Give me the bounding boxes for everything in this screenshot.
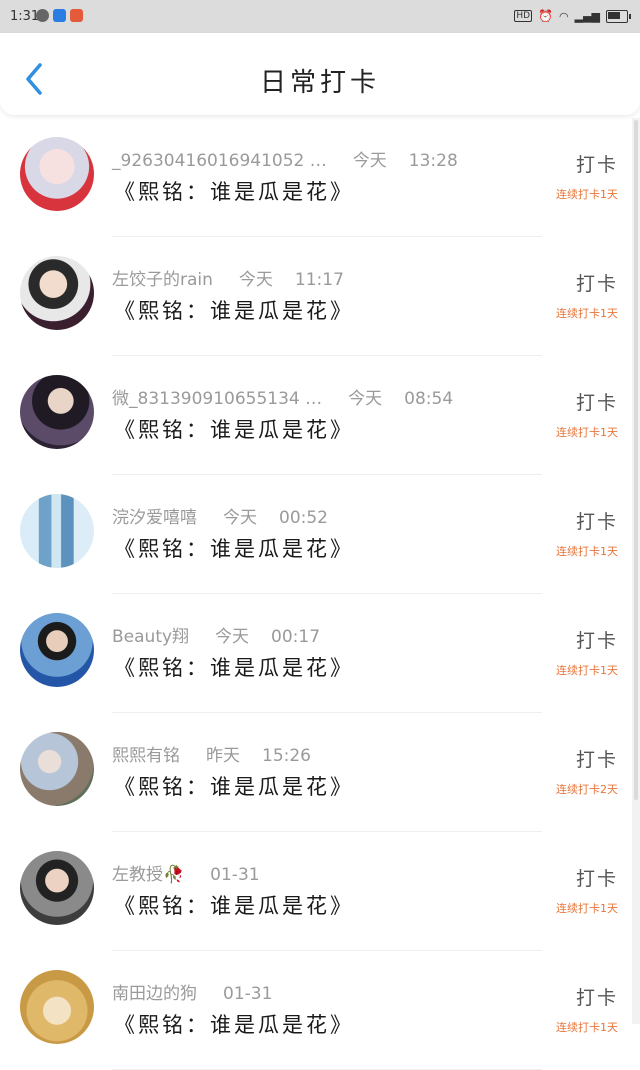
streak-label: 连续打卡1天	[556, 307, 618, 320]
name-line: Beauty翔 今天 00:17	[112, 622, 320, 647]
post-date: 今天	[215, 627, 250, 647]
list-item[interactable]: Beauty翔 今天 00:17 《熙铭：谁是瓜是花》 打卡 连续打卡1天	[0, 594, 632, 713]
avatar[interactable]	[20, 137, 94, 211]
list-item[interactable]: 南田边的狗 01-31 《熙铭：谁是瓜是花》 打卡 连续打卡1天	[0, 951, 632, 1070]
checkin-content[interactable]: 《熙铭：谁是瓜是花》	[114, 771, 354, 801]
list-item[interactable]: _92630416016941052 … 今天 13:28 《熙铭：谁是瓜是花》 打…	[0, 118, 632, 237]
status-bar: 1:31 HD ⏰ ◠ ▂▄▆	[0, 0, 640, 33]
post-date: 今天	[223, 508, 257, 528]
checkin-button[interactable]: 打卡	[576, 983, 618, 1010]
avatar[interactable]	[20, 494, 94, 568]
username[interactable]: _92630416016941052 …	[112, 151, 327, 171]
username[interactable]: 微_831390910655134 …	[112, 389, 322, 409]
system-icons: HD ⏰ ◠ ▂▄▆	[514, 9, 600, 23]
list-item[interactable]: 左教授🥀 01-31 《熙铭：谁是瓜是花》 打卡 连续打卡1天	[0, 832, 632, 951]
post-date: 01-31	[210, 865, 260, 885]
checkin-content[interactable]: 《熙铭：谁是瓜是花》	[114, 176, 354, 206]
hd-icon: HD	[514, 10, 533, 22]
avatar[interactable]	[20, 732, 94, 806]
post-time: 00:17	[271, 627, 321, 647]
name-line: _92630416016941052 … 今天 13:28	[112, 146, 458, 171]
avatar[interactable]	[20, 613, 94, 687]
battery-icon	[606, 10, 631, 23]
list-item[interactable]: 熙熙有铭 昨天 15:26 《熙铭：谁是瓜是花》 打卡 连续打卡2天	[0, 713, 632, 832]
name-line: 左饺子的rain 今天 11:17	[112, 265, 344, 290]
notification-icons	[36, 9, 83, 22]
username[interactable]: 左教授🥀	[112, 865, 184, 885]
wifi-icon: ◠	[559, 9, 569, 23]
checkin-content[interactable]: 《熙铭：谁是瓜是花》	[114, 295, 354, 325]
checkin-button[interactable]: 打卡	[576, 626, 618, 653]
post-time: 15:26	[262, 746, 311, 766]
scrollbar-thumb[interactable]	[634, 120, 638, 800]
checkin-content[interactable]: 《熙铭：谁是瓜是花》	[114, 533, 354, 563]
streak-label: 连续打卡2天	[556, 783, 618, 796]
checkin-button[interactable]: 打卡	[576, 507, 618, 534]
checkin-content[interactable]: 《熙铭：谁是瓜是花》	[114, 890, 354, 920]
username[interactable]: 熙熙有铭	[112, 746, 180, 766]
name-line: 左教授🥀 01-31	[112, 860, 282, 885]
app-notification-icon	[53, 9, 66, 22]
app-notification-icon	[70, 9, 83, 22]
post-date: 01-31	[223, 984, 273, 1004]
post-time: 11:17	[294, 270, 344, 290]
checkin-button[interactable]: 打卡	[576, 269, 618, 296]
alarm-icon: ⏰	[538, 9, 553, 23]
checkin-content[interactable]: 《熙铭：谁是瓜是花》	[114, 652, 354, 682]
checkin-content[interactable]: 《熙铭：谁是瓜是花》	[114, 1009, 354, 1039]
username[interactable]: 左饺子的rain	[112, 270, 213, 290]
streak-label: 连续打卡1天	[556, 664, 618, 677]
username[interactable]: Beauty翔	[112, 627, 189, 647]
name-line: 浣汐爱嘻嘻 今天 00:52	[112, 503, 328, 528]
signal-icon: ▂▄▆	[574, 9, 600, 23]
status-time: 1:31	[10, 9, 40, 24]
post-date: 今天	[352, 151, 387, 171]
streak-label: 连续打卡1天	[556, 545, 618, 558]
streak-label: 连续打卡1天	[556, 426, 618, 439]
post-date: 昨天	[206, 746, 240, 766]
checkin-list: _92630416016941052 … 今天 13:28 《熙铭：谁是瓜是花》 打…	[0, 118, 632, 1070]
avatar[interactable]	[20, 375, 94, 449]
checkin-button[interactable]: 打卡	[576, 150, 618, 177]
post-time: 08:54	[404, 389, 454, 409]
name-line: 熙熙有铭 昨天 15:26	[112, 741, 311, 766]
username[interactable]: 浣汐爱嘻嘻	[112, 508, 197, 528]
list-item[interactable]: 左饺子的rain 今天 11:17 《熙铭：谁是瓜是花》 打卡 连续打卡1天	[0, 237, 632, 356]
post-date: 今天	[238, 270, 273, 290]
checkin-content[interactable]: 《熙铭：谁是瓜是花》	[114, 414, 354, 444]
checkin-button[interactable]: 打卡	[576, 388, 618, 415]
post-time: 00:52	[279, 508, 328, 528]
streak-label: 连续打卡1天	[556, 902, 618, 915]
name-line: 微_831390910655134 … 今天 08:54	[112, 384, 453, 409]
avatar[interactable]	[20, 851, 94, 925]
list-item[interactable]: 微_831390910655134 … 今天 08:54 《熙铭：谁是瓜是花》 打卡…	[0, 356, 632, 475]
post-date: 今天	[348, 389, 383, 409]
page-title: 日常打卡	[259, 68, 380, 98]
app-notification-icon	[36, 9, 49, 22]
list-item[interactable]: 浣汐爱嘻嘻 今天 00:52 《熙铭：谁是瓜是花》 打卡 连续打卡1天	[0, 475, 632, 594]
avatar[interactable]	[20, 256, 94, 330]
username[interactable]: 南田边的狗	[112, 984, 197, 1004]
avatar[interactable]	[20, 970, 94, 1044]
page-header: 日常打卡	[0, 33, 640, 115]
checkin-button[interactable]: 打卡	[576, 864, 618, 891]
checkin-button[interactable]: 打卡	[576, 745, 618, 772]
streak-label: 连续打卡1天	[556, 1021, 618, 1034]
name-line: 南田边的狗 01-31	[112, 979, 294, 1004]
post-time: 13:28	[408, 151, 458, 171]
streak-label: 连续打卡1天	[556, 188, 618, 201]
